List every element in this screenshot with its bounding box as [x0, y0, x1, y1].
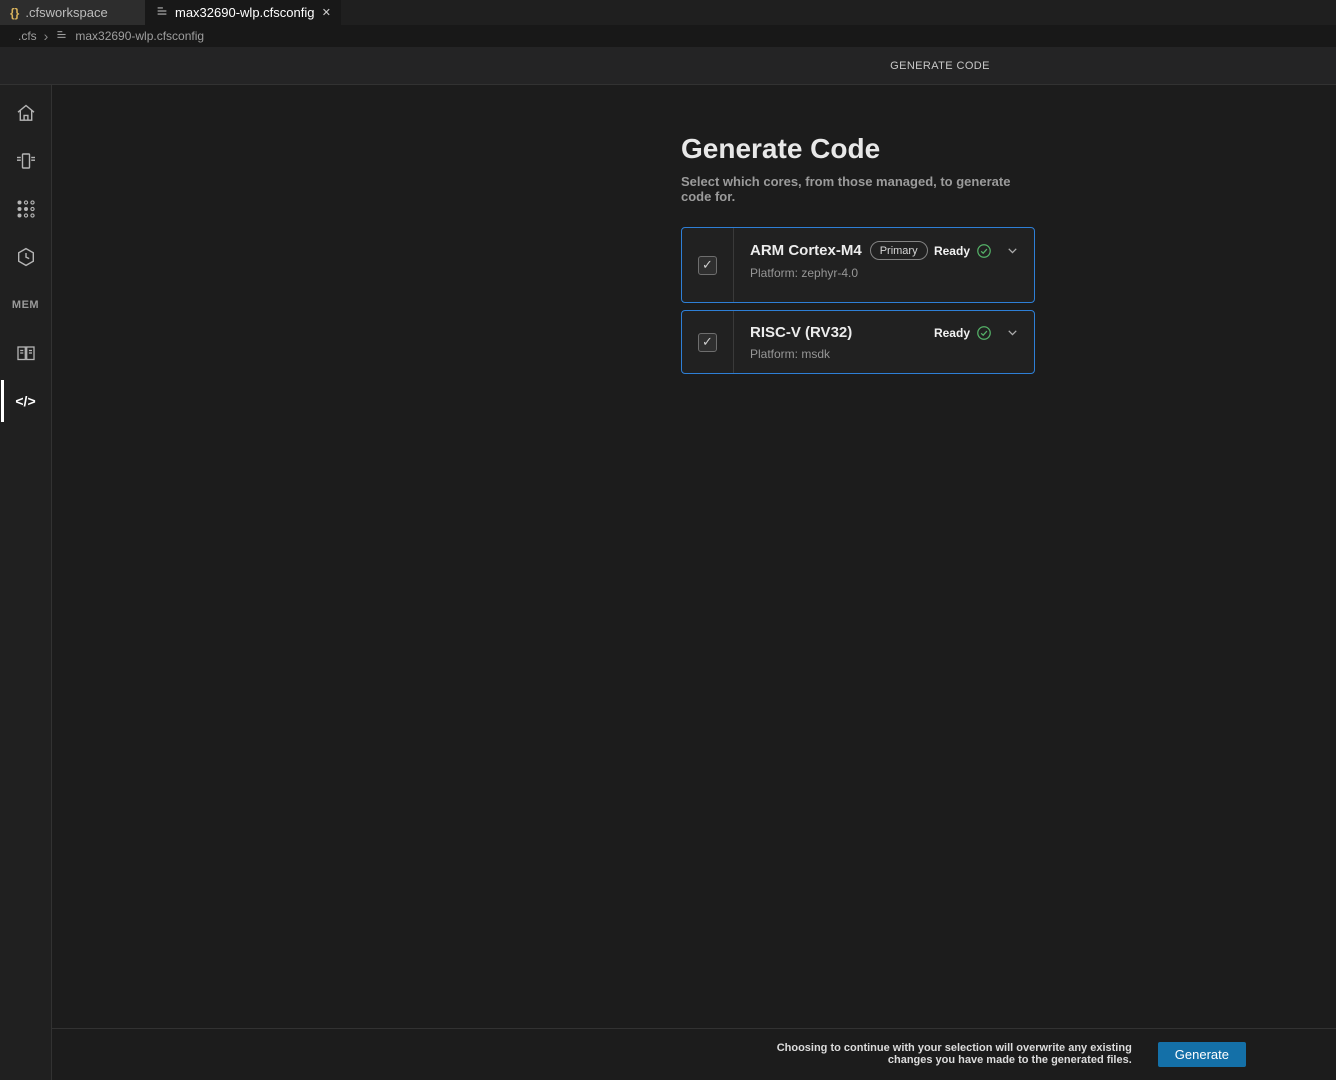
checkbox-cell: ✓: [682, 228, 734, 302]
dots-grid-icon: [14, 197, 38, 221]
chevron-down-icon[interactable]: [1005, 325, 1020, 340]
active-indicator: [1, 380, 4, 422]
sidebar-item-registers[interactable]: [0, 185, 51, 233]
home-icon: [14, 101, 38, 125]
tab-label: .cfsworkspace: [25, 5, 107, 20]
cfsconfig-file-icon: [155, 4, 169, 21]
sidebar-item-generate-code[interactable]: </>: [0, 377, 51, 425]
code-icon: </>: [15, 393, 35, 409]
sidebar-item-home[interactable]: [0, 89, 51, 137]
check-circle-icon: [976, 325, 992, 341]
generate-button[interactable]: Generate: [1158, 1042, 1246, 1067]
hexagon-clock-icon: [14, 245, 38, 269]
config-tool-header: GENERATE CODE: [0, 47, 1336, 85]
checkmark-icon: ✓: [702, 257, 713, 273]
tab-label: max32690-wlp.cfsconfig: [175, 5, 314, 20]
breadcrumb-file[interactable]: max32690-wlp.cfsconfig: [75, 29, 204, 43]
memory-icon: MEM: [12, 299, 39, 311]
book-icon: [14, 341, 38, 365]
core-card-arm-cortex-m4: ✓ ARM Cortex-M4 Primary Ready: [681, 227, 1035, 303]
breadcrumb: .cfs › max32690-wlp.cfsconfig: [0, 25, 1336, 47]
primary-badge: Primary: [870, 241, 928, 260]
platform-label: Platform: msdk: [750, 347, 1020, 361]
core-checkbox[interactable]: ✓: [698, 256, 717, 275]
core-card-risc-v: ✓ RISC-V (RV32) Ready: [681, 310, 1035, 374]
header-tab-generate-code[interactable]: GENERATE CODE: [890, 60, 990, 72]
checkbox-cell: ✓: [682, 311, 734, 373]
page-title: Generate Code: [681, 133, 1035, 165]
status-label: Ready: [934, 326, 970, 340]
chevron-down-icon[interactable]: [1005, 243, 1020, 258]
checkmark-icon: ✓: [702, 334, 713, 350]
status-label: Ready: [934, 244, 970, 258]
tab-cfsconfig[interactable]: max32690-wlp.cfsconfig ✕: [145, 0, 341, 25]
core-checkbox[interactable]: ✓: [698, 333, 717, 352]
chevron-right-icon: ›: [44, 29, 49, 43]
core-name: RISC-V (RV32): [750, 324, 852, 341]
tab-cfsworkspace[interactable]: {} .cfsworkspace: [0, 0, 145, 25]
tool-sidebar: MEM </>: [0, 85, 52, 1080]
editor-tab-bar: {} .cfsworkspace max32690-wlp.cfsconfig …: [0, 0, 1336, 25]
close-icon[interactable]: ✕: [322, 6, 331, 19]
sidebar-item-memory[interactable]: MEM: [0, 281, 51, 329]
json-file-icon: {}: [10, 6, 19, 20]
cfsconfig-file-icon: [55, 28, 68, 44]
sidebar-item-documentation[interactable]: [0, 329, 51, 377]
sidebar-item-pin-config[interactable]: [0, 137, 51, 185]
check-circle-icon: [976, 243, 992, 259]
chip-icon: [14, 149, 38, 173]
sidebar-item-clock-config[interactable]: [0, 233, 51, 281]
generate-code-view: Generate Code Select which cores, from t…: [52, 85, 1336, 1080]
overwrite-warning: Choosing to continue with your selection…: [777, 1043, 1132, 1067]
breadcrumb-root[interactable]: .cfs: [18, 29, 37, 43]
core-name: ARM Cortex-M4: [750, 242, 862, 259]
platform-label: Platform: zephyr-4.0: [750, 266, 1020, 290]
page-subtitle: Select which cores, from those managed, …: [681, 174, 1035, 204]
footer-bar: Choosing to continue with your selection…: [52, 1028, 1336, 1080]
